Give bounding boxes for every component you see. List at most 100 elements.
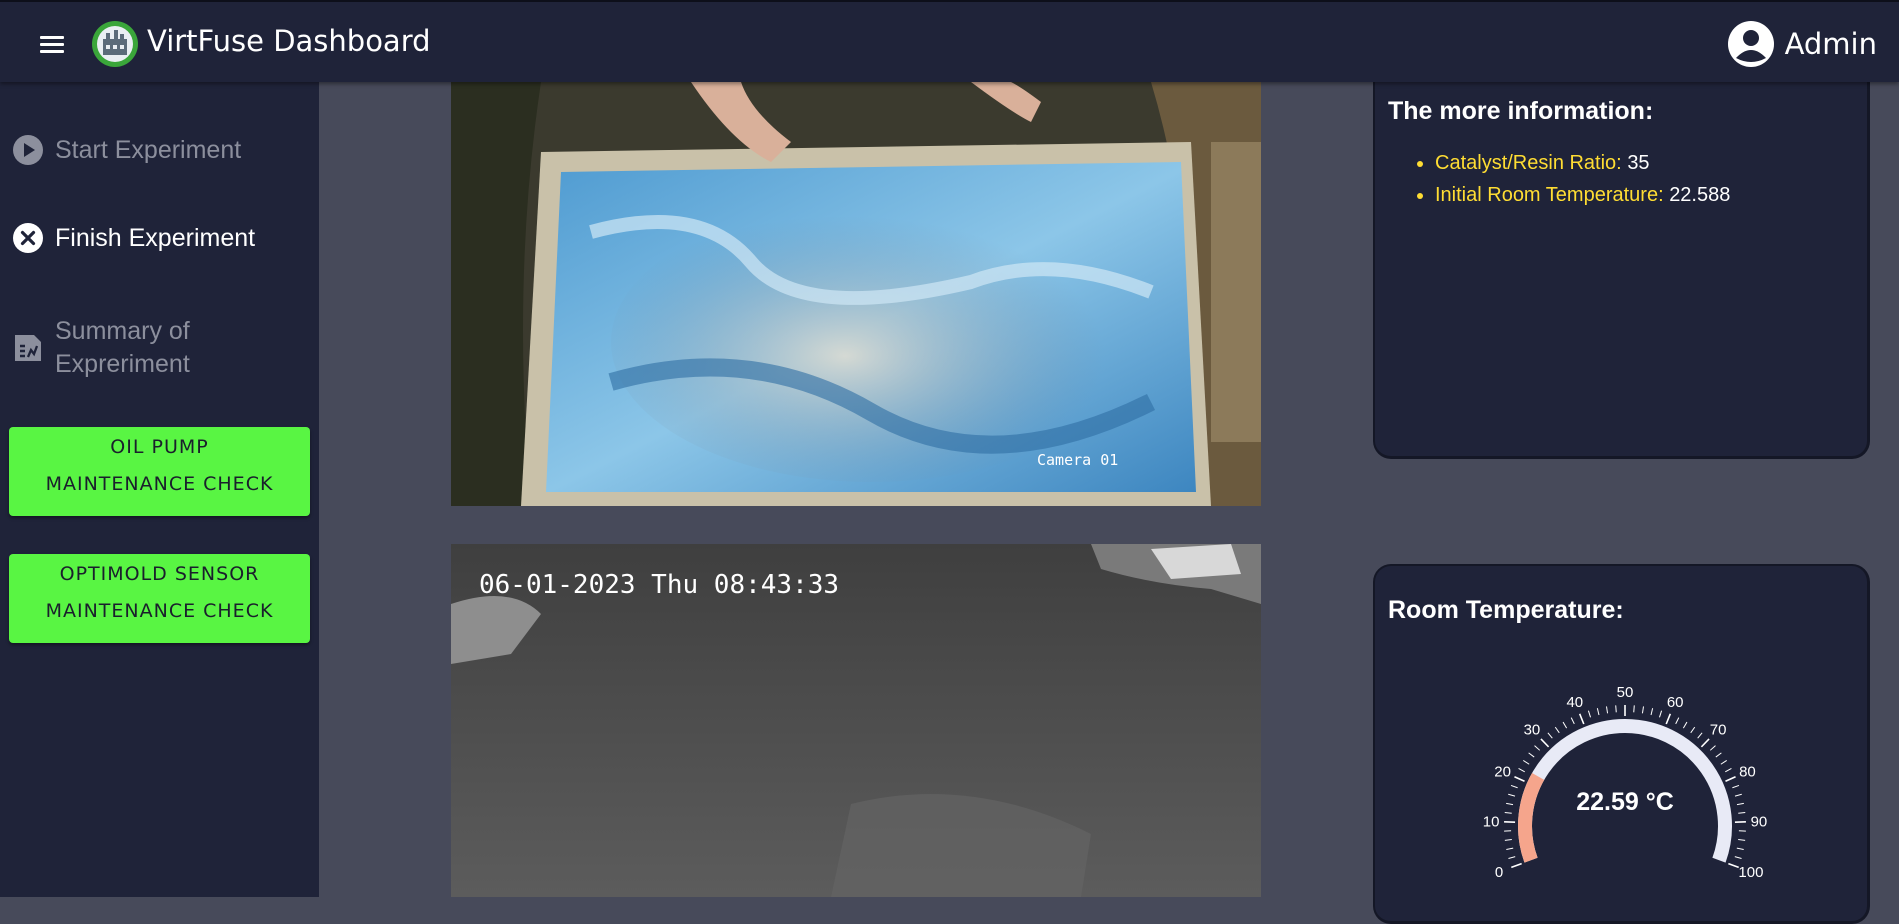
button-label-line2: MAINTENANCE CHECK bbox=[9, 466, 310, 503]
app-bar: VirtFuse Dashboard Admin bbox=[0, 0, 1899, 82]
gauge-tick bbox=[1721, 760, 1727, 764]
gauge-tick bbox=[1701, 739, 1709, 747]
camera-timestamp: 06-01-2023 Thu 08:43:33 bbox=[479, 570, 839, 600]
gauge-tick bbox=[1676, 718, 1679, 724]
sidebar: Start Experiment Finish Experiment Summa… bbox=[0, 82, 319, 897]
account-icon bbox=[1727, 20, 1775, 68]
optimold-sensor-maintenance-button[interactable]: OPTIMOLD SENSOR MAINTENANCE CHECK bbox=[9, 554, 310, 643]
info-label: Initial Room Temperature: bbox=[1435, 184, 1664, 206]
gauge-tick bbox=[1508, 857, 1515, 859]
gauge-tick bbox=[1735, 794, 1742, 796]
gauge-tick bbox=[1725, 777, 1735, 781]
gauge-tick bbox=[1535, 746, 1540, 751]
gauge-tick bbox=[1588, 711, 1590, 718]
app-logo bbox=[90, 19, 140, 69]
gauge-tick bbox=[1511, 864, 1521, 868]
gauge-tick bbox=[1642, 706, 1643, 713]
close-circle-icon bbox=[12, 222, 44, 254]
temperature-gauge: 0 10 20 30 40 50 60 70 80 90 100 22.59 °C bbox=[1455, 666, 1795, 906]
gauge-tick bbox=[1698, 733, 1702, 738]
sidebar-item-label-line2: Expreriment bbox=[55, 348, 190, 381]
sidebar-item-start-experiment[interactable]: Start Experiment bbox=[12, 134, 241, 166]
menu-icon[interactable] bbox=[40, 32, 70, 56]
gauge-tick-label: 50 bbox=[1617, 684, 1634, 701]
gauge-tick bbox=[1523, 760, 1529, 764]
gauge-tick bbox=[1541, 739, 1549, 747]
gauge-tick bbox=[1732, 785, 1739, 787]
gauge-tick-label: 40 bbox=[1566, 694, 1583, 711]
info-value: 22.588 bbox=[1669, 184, 1730, 206]
panel-title: Room Temperature: bbox=[1388, 596, 1624, 625]
gauge-tick-label: 100 bbox=[1738, 864, 1763, 881]
gauge-tick bbox=[1563, 722, 1567, 728]
gauge-tick bbox=[1597, 708, 1599, 715]
camera-label: Camera 01 bbox=[1037, 451, 1118, 469]
more-information-panel: The more information: Catalyst/Resin Rat… bbox=[1373, 60, 1870, 459]
gauge-tick bbox=[1606, 706, 1607, 713]
button-label-line1: OPTIMOLD SENSOR bbox=[9, 556, 310, 593]
camera-feed-2: 06-01-2023 Thu 08:43:33 bbox=[451, 544, 1261, 897]
sidebar-item-label-line1: Summary of bbox=[55, 315, 190, 348]
gauge-tick bbox=[1634, 705, 1635, 712]
gauge-tick bbox=[1571, 718, 1574, 724]
sidebar-item-label: Start Experiment bbox=[55, 136, 241, 165]
gauge-tick bbox=[1616, 705, 1617, 712]
gauge-tick bbox=[1505, 813, 1512, 814]
gauge-tick bbox=[1508, 794, 1515, 796]
gauge-tick bbox=[1691, 727, 1695, 733]
gauge-tick bbox=[1738, 813, 1745, 814]
gauge-tick bbox=[1666, 714, 1670, 724]
gauge-tick-label: 0 bbox=[1495, 864, 1503, 881]
gauge-tick bbox=[1728, 864, 1738, 868]
sidebar-item-finish-experiment[interactable]: Finish Experiment bbox=[12, 222, 255, 254]
gauge-tick-label: 10 bbox=[1483, 813, 1500, 830]
gauge-value: 22.59 °C bbox=[1576, 788, 1674, 816]
list-item: Initial Room Temperature: 22.588 bbox=[1435, 184, 1730, 207]
oil-pump-maintenance-button[interactable]: OIL PUMP MAINTENANCE CHECK bbox=[9, 427, 310, 516]
gauge-tick bbox=[1519, 768, 1525, 771]
room-temperature-panel: Room Temperature: 0 10 20 30 40 50 60 70 80 90 100… bbox=[1373, 564, 1870, 924]
gauge-tick bbox=[1505, 839, 1512, 840]
gauge-tick bbox=[1710, 746, 1715, 751]
user-name: Admin bbox=[1785, 27, 1877, 61]
gauge-tick bbox=[1529, 753, 1535, 757]
gauge-tick bbox=[1548, 733, 1552, 738]
gauge-tick-label: 70 bbox=[1710, 722, 1727, 739]
panel-title: The more information: bbox=[1388, 97, 1653, 126]
list-item: Catalyst/Resin Ratio: 35 bbox=[1435, 152, 1730, 175]
button-label-line1: OIL PUMP bbox=[9, 429, 310, 466]
app-title: VirtFuse Dashboard bbox=[147, 24, 431, 58]
gauge-tick bbox=[1683, 722, 1687, 728]
gauge-fill bbox=[1525, 776, 1538, 860]
gauge-tick-label: 20 bbox=[1494, 763, 1511, 780]
gauge-tick bbox=[1735, 857, 1742, 859]
gauge-tick bbox=[1506, 803, 1513, 804]
gauge-tick bbox=[1737, 848, 1744, 849]
gauge-tick bbox=[1580, 714, 1584, 724]
gauge-tick bbox=[1659, 711, 1661, 718]
gauge-tick bbox=[1555, 727, 1559, 733]
info-label: Catalyst/Resin Ratio: bbox=[1435, 152, 1622, 174]
play-circle-icon bbox=[12, 134, 44, 166]
gauge-tick bbox=[1514, 777, 1524, 781]
camera-2-image: 06-01-2023 Thu 08:43:33 bbox=[451, 544, 1261, 897]
gauge-tick bbox=[1725, 768, 1731, 771]
info-list: Catalyst/Resin Ratio: 35 Initial Room Te… bbox=[1435, 152, 1730, 216]
gauge-tick-label: 80 bbox=[1739, 763, 1756, 780]
sidebar-item-summary[interactable]: Summary of Expreriment bbox=[12, 315, 190, 381]
summary-document-icon bbox=[12, 332, 44, 364]
camera-1-image: Camera 01 bbox=[451, 82, 1261, 506]
sidebar-item-label: Finish Experiment bbox=[55, 224, 255, 253]
gauge-tick bbox=[1651, 708, 1653, 715]
gauge-tick-label: 30 bbox=[1524, 722, 1541, 739]
gauge-tick bbox=[1716, 753, 1722, 757]
gauge-tick bbox=[1511, 785, 1518, 787]
gauge-tick-label: 90 bbox=[1751, 813, 1768, 830]
gauge-tick bbox=[1737, 803, 1744, 804]
gauge-tick bbox=[1506, 848, 1513, 849]
camera-feed-1: Camera 01 bbox=[451, 82, 1261, 506]
gauge-tick-label: 60 bbox=[1667, 694, 1684, 711]
user-menu[interactable]: Admin bbox=[1727, 20, 1877, 68]
gauge-tick bbox=[1738, 839, 1745, 840]
info-value: 35 bbox=[1627, 152, 1649, 174]
